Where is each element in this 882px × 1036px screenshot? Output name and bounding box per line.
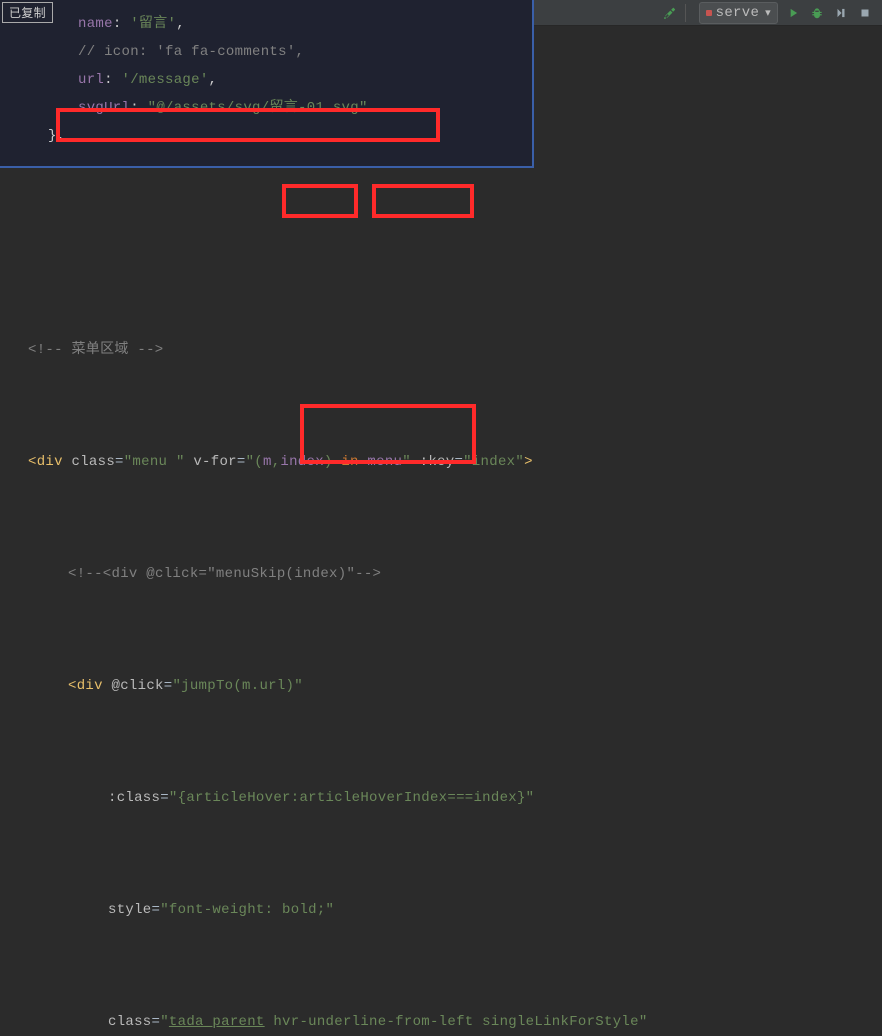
- chevron-down-icon: ▾: [765, 6, 771, 20]
- code-line: name: '留言',: [0, 10, 532, 38]
- code-line: <div @click="jumpTo(m.url)": [0, 672, 882, 700]
- run-triangle-icon[interactable]: [784, 4, 802, 22]
- tooltip-overlay: name: '留言', // icon: 'fa fa-comments', u…: [0, 0, 534, 168]
- run-config-label: serve: [716, 5, 760, 21]
- code-line: },: [0, 122, 532, 150]
- copied-badge: 已复制: [2, 2, 53, 23]
- debug-bug-icon[interactable]: [808, 4, 826, 22]
- code-line: <div class="menu " v-for="(m,index) in m…: [0, 448, 882, 476]
- build-hammer-icon[interactable]: [661, 4, 679, 22]
- run-coverage-icon[interactable]: [832, 4, 850, 22]
- run-config-status-icon: [706, 10, 712, 16]
- code-line: <!--<div @click="menuSkip(index)"-->: [0, 560, 882, 588]
- code-line: :class="{articleHover:articleHoverIndex=…: [0, 784, 882, 812]
- code-line: url: '/message',: [0, 66, 532, 94]
- stop-icon[interactable]: [856, 4, 874, 22]
- run-config-selector[interactable]: serve ▾: [699, 2, 778, 24]
- code-line: style="font-weight: bold;": [0, 896, 882, 924]
- code-line: class="tada_parent hvr-underline-from-le…: [0, 1008, 882, 1036]
- code-line: <!-- 菜单区域 -->: [0, 336, 882, 364]
- code-line: svgUrl: "@/assets/svg/留言-01.svg": [0, 94, 532, 122]
- toolbar-separator: [685, 4, 693, 22]
- code-line: // icon: 'fa fa-comments',: [0, 38, 532, 66]
